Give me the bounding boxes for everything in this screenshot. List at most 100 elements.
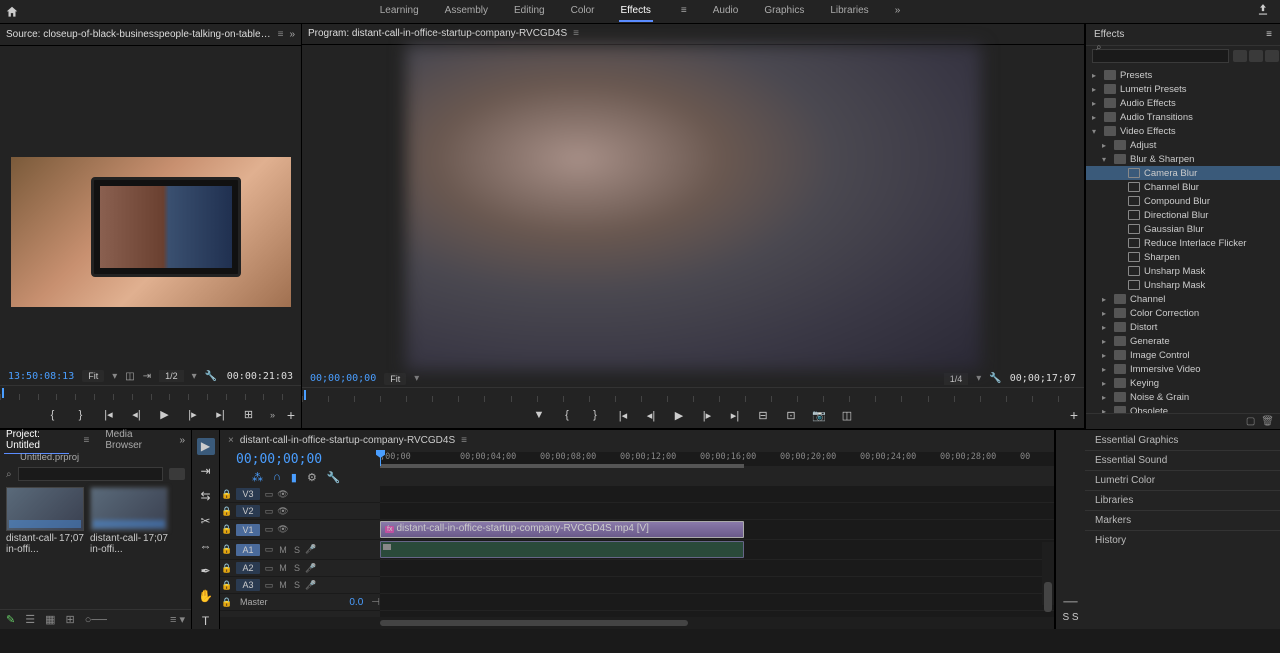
prog-mark-in[interactable]: { (558, 406, 576, 424)
accel-badge[interactable] (1233, 50, 1247, 62)
track-master[interactable]: 🔒Master0.0⊣ (220, 594, 380, 611)
project-search[interactable] (18, 467, 163, 481)
effect-obsolete[interactable]: ▸Obsolete (1086, 404, 1280, 413)
track-header-a1[interactable]: 🔒A1▭MS🎤 (220, 540, 380, 560)
share-icon[interactable] (1256, 3, 1270, 20)
track-v2-lane[interactable] (380, 503, 1054, 520)
prog-marker[interactable]: ▼ (530, 406, 548, 424)
clip-item[interactable]: distant-call-in-offi...17;07 (90, 487, 168, 555)
source-overflow[interactable]: » (289, 29, 295, 40)
source-settings-icon[interactable]: 🔧 (205, 371, 217, 382)
panel-essential-graphics[interactable]: Essential Graphics (1085, 430, 1280, 450)
source-menu-icon[interactable]: ≡ (278, 29, 284, 40)
effect-lumetri-presets[interactable]: ▸Lumetri Presets (1086, 82, 1280, 96)
tl-settings-icon[interactable]: ⚙ (307, 471, 317, 484)
effect-directional-blur[interactable]: Directional Blur (1086, 208, 1280, 222)
prog-step-back[interactable]: ◂| (642, 406, 660, 424)
src-insert[interactable]: ⊞ (240, 406, 258, 424)
effect-audio-transitions[interactable]: ▸Audio Transitions (1086, 110, 1280, 124)
src-add-button[interactable]: + (287, 407, 295, 423)
track-a3-lane[interactable] (380, 577, 1054, 594)
source-res[interactable]: 1/2 (159, 370, 184, 382)
panel-lumetri-color[interactable]: Lumetri Color (1085, 470, 1280, 490)
program-tab[interactable]: Program: distant-call-in-office-startup-… (308, 28, 567, 39)
program-zoom[interactable]: Fit (384, 373, 406, 385)
playhead[interactable] (380, 450, 381, 466)
slip-tool[interactable]: ⇔ (197, 538, 215, 555)
effect-video-effects[interactable]: ▾Video Effects (1086, 124, 1280, 138)
yuv-badge[interactable] (1265, 50, 1279, 62)
prog-extract[interactable]: ⊡ (782, 406, 800, 424)
src-goto-out[interactable]: ▸| (212, 406, 230, 424)
track-header-a2[interactable]: 🔒A2▭MS🎤 (220, 560, 380, 577)
effect-distort[interactable]: ▸Distort (1086, 320, 1280, 334)
track-header-a3[interactable]: 🔒A3▭MS🎤 (220, 577, 380, 594)
track-header-v1[interactable]: 🔒V1▭👁 (220, 520, 380, 540)
32bit-badge[interactable] (1249, 50, 1263, 62)
source-zoom[interactable]: Fit (82, 370, 104, 382)
src-goto-in[interactable]: |◂ (100, 406, 118, 424)
effect-compound-blur[interactable]: Compound Blur (1086, 194, 1280, 208)
snap-icon[interactable]: ⁂ (252, 471, 263, 484)
effect-blur-sharpen[interactable]: ▾Blur & Sharpen (1086, 152, 1280, 166)
clip-item[interactable]: distant-call-in-offi...17;07 (6, 487, 84, 555)
effect-color-correction[interactable]: ▸Color Correction (1086, 306, 1280, 320)
track-a2-lane[interactable] (380, 560, 1054, 577)
delete-icon[interactable]: 🗑 (1261, 416, 1274, 427)
ws-audio[interactable]: Audio (711, 1, 741, 22)
effects-search[interactable] (1092, 49, 1229, 63)
selection-tool[interactable]: ▶ (197, 438, 215, 455)
ws-graphics[interactable]: Graphics (762, 1, 806, 22)
source-scrubber[interactable] (0, 385, 301, 401)
razor-tool[interactable]: ✂ (197, 513, 215, 530)
source-timecode[interactable]: 13:50:08:13 (8, 371, 74, 382)
prog-export-frame[interactable]: 📷 (810, 406, 828, 424)
effect-channel-blur[interactable]: Channel Blur (1086, 180, 1280, 194)
ws-editing[interactable]: Editing (512, 1, 547, 22)
source-monitor[interactable] (0, 46, 301, 367)
prog-add-button[interactable]: + (1070, 407, 1078, 423)
ws-effects[interactable]: Effects (619, 1, 653, 22)
panel-history[interactable]: History (1085, 530, 1280, 550)
program-menu-icon[interactable]: ≡ (573, 28, 579, 39)
prog-goto-out[interactable]: ▸| (726, 406, 744, 424)
effect-channel[interactable]: ▸Channel (1086, 292, 1280, 306)
linked-sel-icon[interactable]: ∩ (273, 471, 281, 484)
track-a1-lane[interactable] (380, 540, 1054, 560)
type-tool[interactable]: T (197, 612, 215, 629)
zoom-slider[interactable]: ○── (85, 614, 107, 626)
timeline-ruler[interactable]: ;00;0000;00;04;0000;00;08;0000;00;12;000… (380, 452, 1054, 466)
track-v3-lane[interactable] (380, 486, 1054, 503)
pen-tool[interactable]: ✒ (197, 562, 215, 579)
prog-step-fwd[interactable]: |▸ (698, 406, 716, 424)
program-settings-icon[interactable]: 🔧 (989, 373, 1001, 384)
timeline-timecode[interactable]: 00;00;00;00 (236, 452, 380, 467)
program-timecode[interactable]: 00;00;00;00 (310, 373, 376, 384)
src-play[interactable]: ▶ (156, 406, 174, 424)
effect-presets[interactable]: ▸Presets (1086, 68, 1280, 82)
effect-audio-effects[interactable]: ▸Audio Effects (1086, 96, 1280, 110)
audio-clip[interactable] (380, 541, 744, 558)
prog-lift[interactable]: ⊟ (754, 406, 772, 424)
home-icon[interactable] (0, 0, 24, 24)
sequence-tab[interactable]: distant-call-in-office-startup-company-R… (240, 435, 455, 446)
effect-noise-grain[interactable]: ▸Noise & Grain (1086, 390, 1280, 404)
new-bin-icon[interactable]: ▢ (1246, 416, 1255, 427)
effect-image-control[interactable]: ▸Image Control (1086, 348, 1280, 362)
effect-immersive-video[interactable]: ▸Immersive Video (1086, 362, 1280, 376)
marker-icon[interactable]: ▮ (291, 471, 297, 484)
list-view[interactable]: ☰ (25, 613, 35, 626)
effect-reduce-interlace-flicker[interactable]: Reduce Interlace Flicker (1086, 236, 1280, 250)
ws-libraries[interactable]: Libraries (828, 1, 870, 22)
effect-unsharp-mask[interactable]: Unsharp Mask (1086, 278, 1280, 292)
effect-sharpen[interactable]: Sharpen (1086, 250, 1280, 264)
panel-markers[interactable]: Markers (1085, 510, 1280, 530)
program-monitor[interactable] (302, 45, 1084, 370)
prog-compare[interactable]: ◫ (838, 406, 856, 424)
tl-wrench-icon[interactable]: 🔧 (327, 471, 341, 484)
src-step-back[interactable]: ◂| (128, 406, 146, 424)
panel-essential-sound[interactable]: Essential Sound (1085, 450, 1280, 470)
src-step-fwd[interactable]: |▸ (184, 406, 202, 424)
effects-tab[interactable]: Effects (1094, 29, 1124, 40)
prog-play[interactable]: ▶ (670, 406, 688, 424)
